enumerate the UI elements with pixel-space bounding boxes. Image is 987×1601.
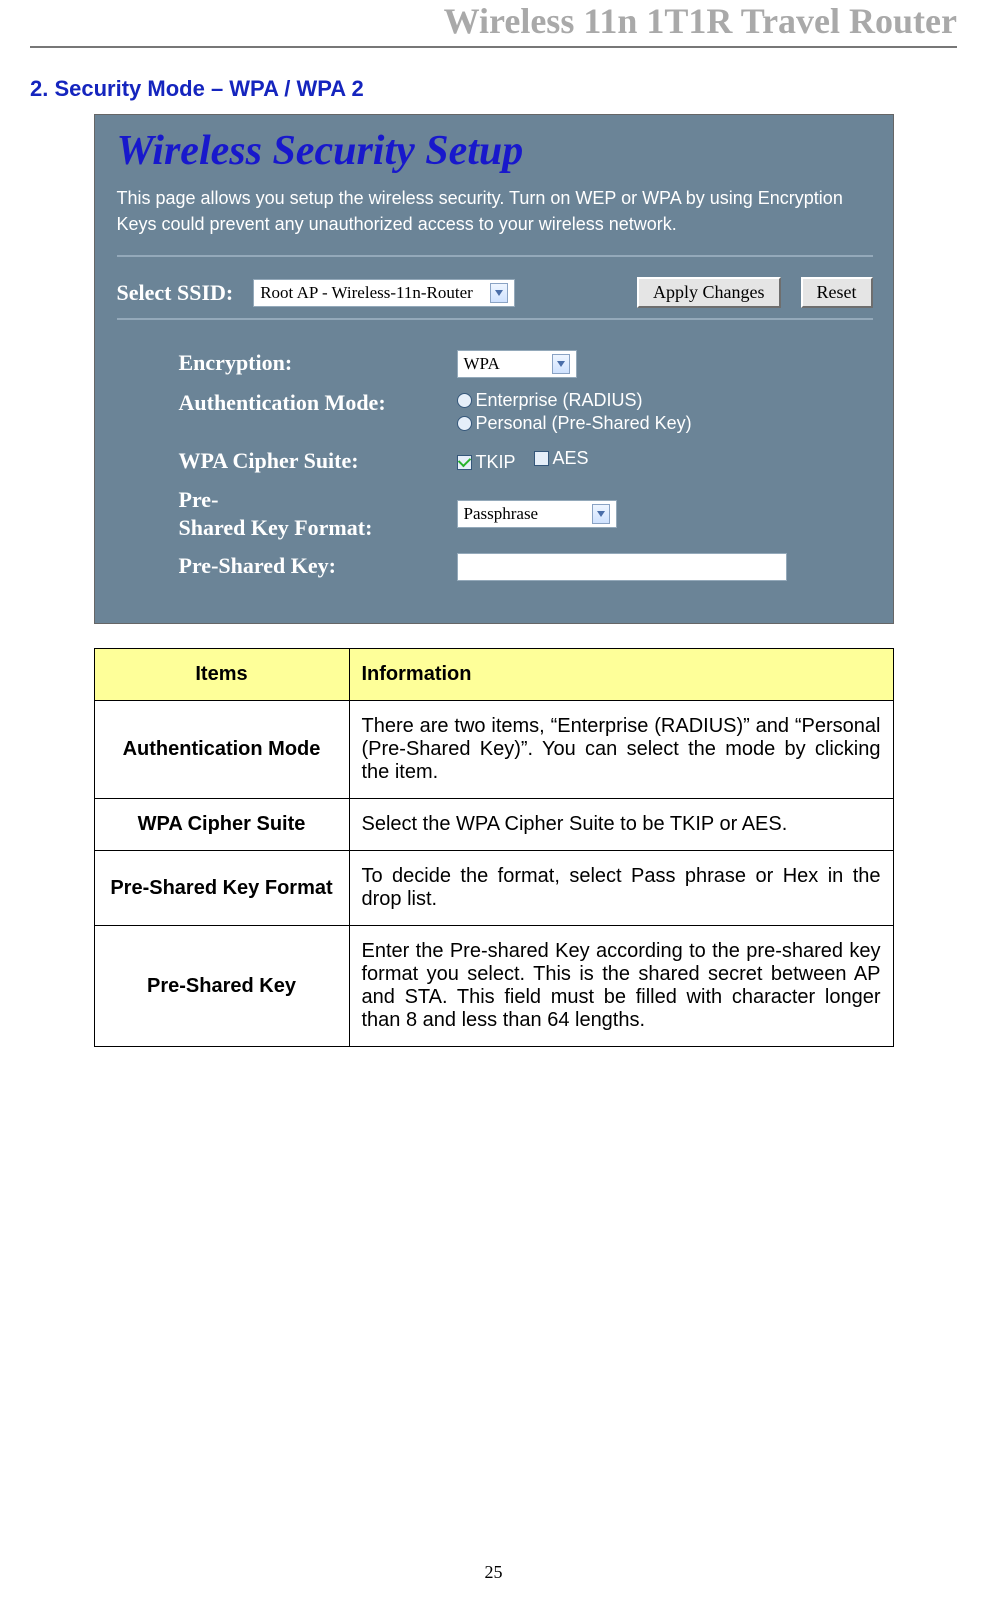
ssid-row: Select SSID: Root AP - Wireless-11n-Rout… [117, 277, 873, 308]
form-block: Encryption: WPA Authentication Mode: Ent… [117, 350, 873, 581]
page: Wireless 11n 1T1R Travel Router 2. Secur… [0, 0, 987, 1601]
table-row: Authentication Mode There are two items,… [94, 701, 893, 799]
radio-icon [457, 416, 472, 431]
psk-row: Pre-Shared Key: [179, 553, 873, 581]
radio-icon [457, 393, 472, 408]
checkbox-icon [534, 451, 549, 466]
table-cell-item: Pre-Shared Key [94, 926, 349, 1047]
auth-personal-label: Personal (Pre-Shared Key) [476, 413, 692, 434]
table-cell-info: To decide the format, select Pass phrase… [349, 851, 893, 926]
table-cell-info: Enter the Pre-shared Key according to th… [349, 926, 893, 1047]
psk-format-value: Passphrase [464, 504, 584, 524]
psk-format-label: Pre- Shared Key Format: [179, 486, 439, 541]
page-number: 25 [0, 1562, 987, 1583]
screenshot-frame: Wireless Security Setup This page allows… [94, 114, 894, 624]
table-cell-item: Pre-Shared Key Format [94, 851, 349, 926]
wireless-security-panel: Wireless Security Setup This page allows… [95, 115, 893, 623]
auth-personal-radio[interactable]: Personal (Pre-Shared Key) [457, 413, 692, 434]
chevron-down-icon [592, 504, 610, 524]
table-cell-info: Select the WPA Cipher Suite to be TKIP o… [349, 799, 893, 851]
cipher-tkip-checkbox[interactable]: TKIP [457, 452, 516, 473]
checkbox-checked-icon [457, 455, 472, 470]
table-head-information: Information [349, 649, 893, 701]
psk-input[interactable] [457, 553, 787, 581]
psk-format-row: Pre- Shared Key Format: Passphrase [179, 486, 873, 541]
info-table: Items Information Authentication Mode Th… [94, 648, 894, 1047]
table-cell-item: Authentication Mode [94, 701, 349, 799]
cipher-row: WPA Cipher Suite: TKIP AES [179, 448, 873, 474]
psk-format-label-line2: Shared Key Format: [179, 515, 373, 540]
ssid-select-value: Root AP - Wireless-11n-Router [260, 283, 482, 303]
table-cell-info: There are two items, “Enterprise (RADIUS… [349, 701, 893, 799]
apply-changes-button[interactable]: Apply Changes [637, 277, 781, 308]
encryption-value: WPA [464, 354, 544, 374]
panel-description: This page allows you setup the wireless … [117, 185, 873, 237]
divider [117, 255, 873, 257]
encryption-label: Encryption: [179, 350, 439, 376]
encryption-row: Encryption: WPA [179, 350, 873, 378]
cipher-label: WPA Cipher Suite: [179, 448, 439, 474]
divider [117, 318, 873, 320]
encryption-select[interactable]: WPA [457, 350, 577, 378]
cipher-aes-label: AES [553, 448, 589, 469]
table-row: WPA Cipher Suite Select the WPA Cipher S… [94, 799, 893, 851]
ssid-label: Select SSID: [117, 280, 234, 306]
table-row: Pre-Shared Key Format To decide the form… [94, 851, 893, 926]
table-head-items: Items [94, 649, 349, 701]
reset-button[interactable]: Reset [801, 277, 873, 308]
table-cell-item: WPA Cipher Suite [94, 799, 349, 851]
psk-format-label-line1: Pre- [179, 487, 219, 512]
psk-format-select[interactable]: Passphrase [457, 500, 617, 528]
auth-enterprise-label: Enterprise (RADIUS) [476, 390, 643, 411]
cipher-aes-checkbox[interactable]: AES [534, 448, 589, 469]
auth-enterprise-radio[interactable]: Enterprise (RADIUS) [457, 390, 643, 411]
table-row: Pre-Shared Key Enter the Pre-shared Key … [94, 926, 893, 1047]
document-header: Wireless 11n 1T1R Travel Router [30, 0, 957, 48]
ssid-select[interactable]: Root AP - Wireless-11n-Router [253, 279, 515, 307]
psk-label: Pre-Shared Key: [179, 553, 439, 579]
chevron-down-icon [490, 283, 508, 303]
auth-mode-label: Authentication Mode: [179, 390, 439, 416]
auth-mode-row: Authentication Mode: Enterprise (RADIUS)… [179, 390, 873, 436]
chevron-down-icon [552, 354, 570, 374]
section-heading: 2. Security Mode – WPA / WPA 2 [30, 76, 957, 102]
panel-title: Wireless Security Setup [117, 127, 873, 175]
cipher-tkip-label: TKIP [476, 452, 516, 473]
